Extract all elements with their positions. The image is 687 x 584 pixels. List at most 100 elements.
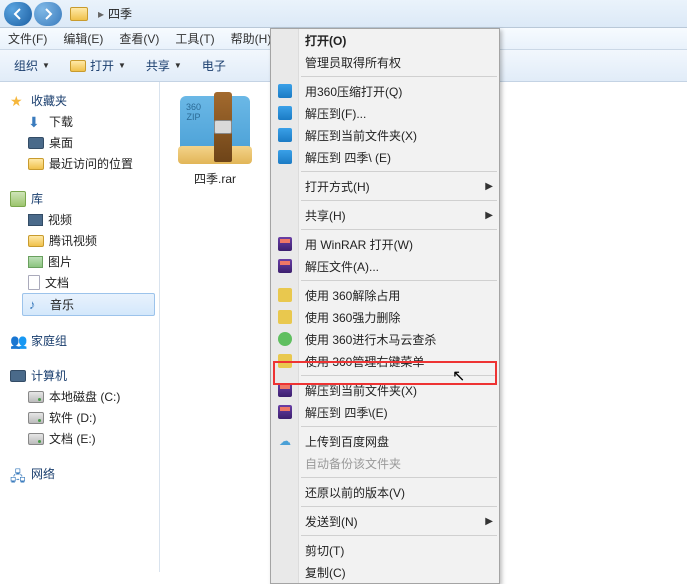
rar-icon — [277, 236, 293, 252]
cursor-icon: ↖ — [452, 366, 465, 386]
context-menu-item-label: 解压到(F)... — [305, 105, 366, 122]
rar-icon — [277, 382, 293, 398]
context-menu-separator — [301, 229, 497, 230]
context-menu-item[interactable]: 打开方式(H)▶ — [271, 175, 499, 197]
context-menu-separator — [301, 200, 497, 201]
favorites-header[interactable]: ★ 收藏夹 — [0, 90, 159, 111]
context-menu-item[interactable]: 共享(H)▶ — [271, 204, 499, 226]
homegroup-header[interactable]: 👥 家庭组 — [0, 330, 159, 351]
sidebar-item-qqvideo[interactable]: 腾讯视频 — [0, 230, 159, 251]
nav-forward-button[interactable] — [34, 2, 62, 26]
context-menu-item[interactable]: 用360压缩打开(Q) — [271, 80, 499, 102]
context-menu-item[interactable]: 管理员取得所有权 — [271, 51, 499, 73]
context-menu-item[interactable]: 解压到 四季\(E) — [271, 401, 499, 423]
context-menu-item[interactable]: 剪切(T) — [271, 539, 499, 561]
context-menu-item[interactable]: 还原以前的版本(V) — [271, 481, 499, 503]
context-menu-item[interactable]: 解压到(F)... — [271, 102, 499, 124]
library-icon — [10, 191, 26, 207]
menu-view[interactable]: 查看(V) — [111, 30, 167, 47]
context-menu-item[interactable]: 复制(C) — [271, 561, 499, 583]
context-menu-item-label: 管理员取得所有权 — [305, 54, 401, 71]
sidebar-favorites: ★ 收藏夹 ⬇ 下载 桌面 最近访问的位置 — [0, 90, 159, 174]
context-menu-item[interactable]: 解压文件(A)... — [271, 255, 499, 277]
y-icon — [277, 309, 293, 325]
sidebar-computer: 计算机 本地磁盘 (C:) 软件 (D:) 文档 (E:) — [0, 365, 159, 449]
menu-edit[interactable]: 编辑(E) — [55, 30, 111, 47]
context-menu-item[interactable]: 使用 360强力删除 — [271, 306, 499, 328]
context-menu-item-label: 用 WinRAR 打开(W) — [305, 236, 413, 253]
context-menu-item-label: 剪切(T) — [305, 542, 344, 559]
toolbar-open-label: 打开 — [90, 57, 114, 74]
network-header[interactable]: 🖧 网络 — [0, 463, 159, 484]
sidebar-homegroup: 👥 家庭组 — [0, 330, 159, 351]
context-menu-item-label: 复制(C) — [305, 564, 346, 581]
sidebar-item-documents[interactable]: 文档 — [0, 272, 159, 293]
context-menu-separator — [301, 280, 497, 281]
context-menu-item[interactable]: 使用 360进行木马云查杀 — [271, 328, 499, 350]
toolbar-share[interactable]: 共享▼ — [138, 54, 190, 77]
drive-icon — [28, 412, 44, 424]
360-icon — [277, 83, 293, 99]
context-menu-item-label: 解压到 四季\(E) — [305, 404, 388, 421]
sidebar-item-drive-e[interactable]: 文档 (E:) — [0, 428, 159, 449]
sidebar-item-desktop[interactable]: 桌面 — [0, 132, 159, 153]
open-icon — [70, 60, 86, 72]
sidebar-item-recent[interactable]: 最近访问的位置 — [0, 153, 159, 174]
y-icon — [277, 353, 293, 369]
picture-icon — [28, 256, 43, 268]
computer-header[interactable]: 计算机 — [0, 365, 159, 386]
context-menu-item[interactable]: 使用 360解除占用 — [271, 284, 499, 306]
context-menu-item[interactable]: 用 WinRAR 打开(W) — [271, 233, 499, 255]
file-name: 四季.rar — [170, 170, 260, 187]
nav-back-button[interactable] — [4, 2, 32, 26]
menu-tools[interactable]: 工具(T) — [167, 30, 222, 47]
file-tile[interactable]: 360 ZIP 四季.rar — [170, 92, 260, 187]
toolbar-organize-label: 组织 — [14, 57, 38, 74]
sidebar-item-downloads[interactable]: ⬇ 下载 — [0, 111, 159, 132]
toolbar-organize[interactable]: 组织▼ — [6, 54, 58, 77]
submenu-arrow-icon: ▶ — [485, 181, 493, 192]
context-menu-item-label: 自动备份该文件夹 — [305, 455, 401, 472]
libraries-label: 库 — [31, 190, 43, 207]
titlebar: ▸ 四季 — [0, 0, 687, 28]
sidebar-item-pictures[interactable]: 图片 — [0, 251, 159, 272]
favorites-label: 收藏夹 — [31, 92, 67, 109]
cloud-icon: ☁ — [277, 433, 293, 449]
sidebar-item-music[interactable]: ♪ 音乐 — [22, 293, 155, 316]
sidebar-item-videos[interactable]: 视频 — [0, 209, 159, 230]
context-menu-item[interactable]: 解压到 四季\ (E) — [271, 146, 499, 168]
context-menu-separator — [301, 477, 497, 478]
context-menu-item-label: 使用 360强力删除 — [305, 309, 400, 326]
document-icon — [28, 275, 40, 290]
context-menu-item[interactable]: 发送到(N)▶ — [271, 510, 499, 532]
toolbar-email[interactable]: 电子 — [194, 54, 234, 77]
sidebar-libraries: 库 视频 腾讯视频 图片 文档 ♪ 音乐 — [0, 188, 159, 316]
breadcrumb-current[interactable]: 四季 — [108, 5, 132, 22]
menu-file[interactable]: 文件(F) — [0, 30, 55, 47]
context-menu-item-label: 解压到当前文件夹(X) — [305, 127, 417, 144]
download-icon: ⬇ — [28, 114, 44, 130]
context-menu-item[interactable]: 上传到百度网盘☁ — [271, 430, 499, 452]
recent-icon — [28, 158, 44, 170]
context-menu-item-label: 解压文件(A)... — [305, 258, 379, 275]
context-menu-separator — [301, 426, 497, 427]
toolbar-open[interactable]: 打开▼ — [62, 54, 134, 77]
sidebar-item-drive-c[interactable]: 本地磁盘 (C:) — [0, 386, 159, 407]
context-menu-item: 自动备份该文件夹 — [271, 452, 499, 474]
context-menu-separator — [301, 375, 497, 376]
archive-icon: 360 ZIP — [176, 92, 254, 166]
context-menu-separator — [301, 535, 497, 536]
sidebar: ★ 收藏夹 ⬇ 下载 桌面 最近访问的位置 库 视频 — [0, 82, 160, 572]
sidebar-network: 🖧 网络 — [0, 463, 159, 484]
submenu-arrow-icon: ▶ — [485, 516, 493, 527]
network-icon: 🖧 — [10, 466, 26, 482]
context-menu-item-label: 用360压缩打开(Q) — [305, 83, 402, 100]
context-menu-item[interactable]: 解压到当前文件夹(X) — [271, 124, 499, 146]
libraries-header[interactable]: 库 — [0, 188, 159, 209]
toolbar-email-label: 电子 — [202, 57, 226, 74]
context-menu-item[interactable]: 打开(O) — [271, 29, 499, 51]
folder-icon — [70, 7, 88, 21]
context-menu-item-label: 使用 360解除占用 — [305, 287, 400, 304]
context-menu: 打开(O) 管理员取得所有权用360压缩打开(Q) 解压到(F)... 解压到当前文件… — [270, 28, 500, 584]
sidebar-item-drive-d[interactable]: 软件 (D:) — [0, 407, 159, 428]
